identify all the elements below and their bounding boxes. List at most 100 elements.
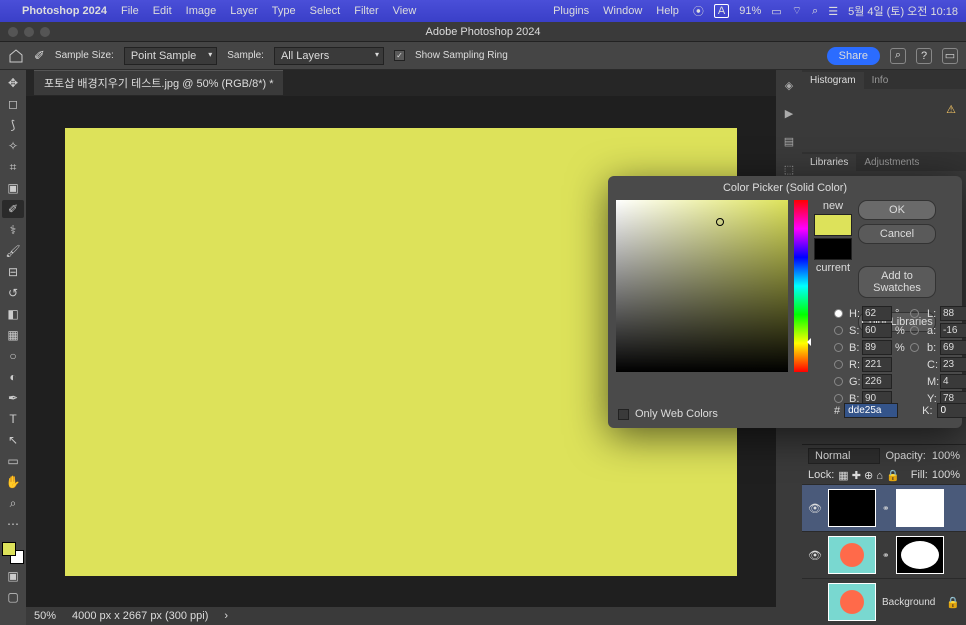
warning-icon[interactable]: ⚠ bbox=[946, 103, 956, 116]
share-button[interactable]: Share bbox=[827, 47, 880, 65]
chevron-right-icon[interactable]: › bbox=[224, 610, 228, 622]
pen-tool[interactable]: ✒ bbox=[2, 389, 24, 407]
swatches-panel-icon[interactable]: ▶ bbox=[780, 104, 798, 122]
menu-filter[interactable]: Filter bbox=[354, 5, 378, 17]
link-icon[interactable]: ⚭ bbox=[882, 503, 890, 514]
link-icon[interactable]: ⚭ bbox=[882, 550, 890, 561]
eraser-tool[interactable]: ◧ bbox=[2, 305, 24, 323]
visibility-icon[interactable]: 👁 bbox=[808, 549, 822, 562]
color-panel-icon[interactable]: ◈ bbox=[780, 76, 798, 94]
brush-tool[interactable]: 🖌 bbox=[2, 242, 24, 260]
lock-icons[interactable]: ▦ ✚ ⊕ ⌂ 🔒 bbox=[838, 469, 899, 482]
hand-tool[interactable]: ✋ bbox=[2, 473, 24, 491]
dodge-tool[interactable]: ◐ bbox=[2, 368, 24, 386]
sv-color-field[interactable] bbox=[616, 200, 788, 372]
s-input[interactable] bbox=[862, 323, 892, 338]
layer-food-mask[interactable]: 👁 ⚭ bbox=[802, 531, 966, 578]
menu-plugins[interactable]: Plugins bbox=[553, 5, 589, 17]
ok-button[interactable]: OK bbox=[858, 200, 936, 220]
frame-tool[interactable]: ▣ bbox=[2, 179, 24, 197]
b-input[interactable] bbox=[862, 340, 892, 355]
web-colors-checkbox[interactable] bbox=[618, 409, 629, 420]
layer-mask-thumb[interactable] bbox=[896, 489, 944, 527]
radio-b2[interactable] bbox=[910, 343, 919, 352]
show-ring-checkbox[interactable]: ✓ bbox=[394, 50, 405, 61]
m-input[interactable] bbox=[940, 374, 966, 389]
layer-thumb[interactable] bbox=[828, 489, 876, 527]
gradient-tool[interactable]: ▦ bbox=[2, 326, 24, 344]
clock[interactable]: 5월 4일 (토) 오전 10:18 bbox=[848, 3, 958, 19]
shape-tool[interactable]: ▭ bbox=[2, 452, 24, 470]
marquee-tool[interactable]: ◻ bbox=[2, 95, 24, 113]
radio-b[interactable] bbox=[834, 343, 843, 352]
tab-histogram[interactable]: Histogram bbox=[802, 72, 864, 89]
fill-value[interactable]: 100% bbox=[932, 469, 960, 482]
home-icon[interactable] bbox=[8, 48, 24, 64]
l-input[interactable] bbox=[940, 306, 966, 321]
current-color-swatch[interactable] bbox=[814, 238, 852, 260]
crop-tool[interactable]: ⌗ bbox=[2, 158, 24, 176]
wifi-icon[interactable]: ⌔ bbox=[792, 4, 802, 18]
app-name[interactable]: Photoshop 2024 bbox=[22, 5, 107, 17]
history-brush-tool[interactable]: ↺ bbox=[2, 284, 24, 302]
menu-image[interactable]: Image bbox=[186, 5, 217, 17]
menu-edit[interactable]: Edit bbox=[153, 5, 172, 17]
layer-solid-color[interactable]: 👁 ⚭ bbox=[802, 484, 966, 531]
search-icon[interactable]: ⌕ bbox=[812, 5, 818, 18]
color-swatches[interactable] bbox=[2, 542, 24, 564]
radio-l[interactable] bbox=[910, 309, 919, 318]
tab-adjustments[interactable]: Adjustments bbox=[856, 154, 927, 171]
menu-window[interactable]: Window bbox=[603, 5, 642, 17]
sample-dropdown[interactable]: All Layers bbox=[274, 47, 384, 65]
help-icon[interactable]: ? bbox=[916, 48, 932, 64]
hue-slider[interactable] bbox=[794, 200, 808, 372]
add-swatches-button[interactable]: Add to Swatches bbox=[858, 266, 936, 298]
radio-g[interactable] bbox=[834, 377, 843, 386]
layer-thumb[interactable] bbox=[828, 536, 876, 574]
eyedropper-icon[interactable]: ✐ bbox=[34, 48, 45, 64]
type-tool[interactable]: T bbox=[2, 410, 24, 428]
path-tool[interactable]: ↖ bbox=[2, 431, 24, 449]
quickmask-tool[interactable]: ▣ bbox=[2, 567, 24, 585]
menu-layer[interactable]: Layer bbox=[230, 5, 258, 17]
zoom-tool[interactable]: ⌕ bbox=[2, 494, 24, 512]
workspace-icon[interactable]: ▭ bbox=[942, 48, 958, 64]
blur-tool[interactable]: ○ bbox=[2, 347, 24, 365]
sample-size-dropdown[interactable]: Point Sample bbox=[124, 47, 217, 65]
c-input[interactable] bbox=[940, 357, 966, 372]
menu-select[interactable]: Select bbox=[310, 5, 341, 17]
tab-info[interactable]: Info bbox=[864, 72, 897, 89]
radio-a[interactable] bbox=[910, 326, 919, 335]
tab-libraries[interactable]: Libraries bbox=[802, 154, 856, 171]
a-input[interactable] bbox=[940, 323, 966, 338]
input-icon[interactable]: A bbox=[714, 4, 729, 18]
traffic-lights[interactable] bbox=[8, 27, 50, 37]
r-input[interactable] bbox=[862, 357, 892, 372]
record-icon[interactable]: ⦿ bbox=[693, 3, 704, 19]
doc-dimensions[interactable]: 4000 px x 2667 px (300 ppi) bbox=[72, 610, 208, 622]
layer-mask-thumb[interactable] bbox=[896, 536, 944, 574]
hex-input[interactable] bbox=[844, 403, 898, 418]
g-input[interactable] bbox=[862, 374, 892, 389]
opacity-value[interactable]: 100% bbox=[932, 450, 960, 462]
zoom-level[interactable]: 50% bbox=[34, 610, 56, 622]
edit-toolbar[interactable]: ⋯ bbox=[2, 515, 24, 533]
layer-background[interactable]: 👁 Background 🔒 bbox=[802, 578, 966, 625]
search-app-icon[interactable]: ⌕ bbox=[890, 48, 906, 64]
radio-h[interactable] bbox=[834, 309, 843, 318]
menu-type[interactable]: Type bbox=[272, 5, 296, 17]
eyedropper-tool[interactable]: ✐ bbox=[2, 200, 24, 218]
wand-tool[interactable]: ✧ bbox=[2, 137, 24, 155]
b2-input[interactable] bbox=[940, 340, 966, 355]
gradients-panel-icon[interactable]: ▤ bbox=[780, 132, 798, 150]
menu-view[interactable]: View bbox=[393, 5, 417, 17]
move-tool[interactable]: ✥ bbox=[2, 74, 24, 92]
layer-thumb[interactable] bbox=[828, 583, 876, 621]
radio-r[interactable] bbox=[834, 360, 843, 369]
cancel-button[interactable]: Cancel bbox=[858, 224, 936, 244]
screenmode-tool[interactable]: ▢ bbox=[2, 588, 24, 606]
heal-tool[interactable]: ⚕ bbox=[2, 221, 24, 239]
radio-s[interactable] bbox=[834, 326, 843, 335]
document-tab[interactable]: 포토샵 배경지우기 테스트.jpg @ 50% (RGB/8*) * bbox=[34, 70, 283, 95]
stamp-tool[interactable]: ⊟ bbox=[2, 263, 24, 281]
